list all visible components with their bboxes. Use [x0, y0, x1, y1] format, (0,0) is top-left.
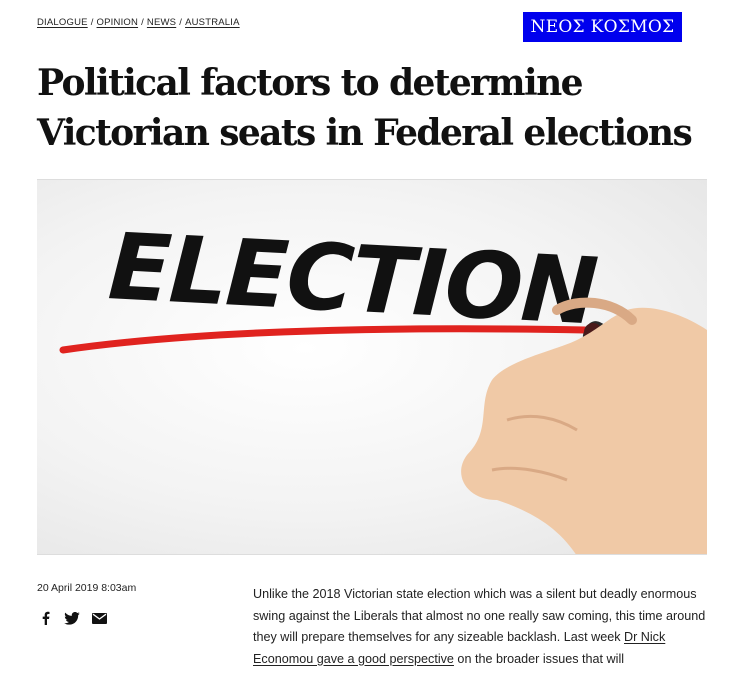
- hero-illustration: ELECTION: [59, 213, 707, 554]
- breadcrumb: DIALOGUE / OPINION / NEWS / AUSTRALIA: [37, 17, 240, 28]
- site-logo[interactable]: ΝΕΟΣ ΚΟΣΜΟΣ: [523, 12, 682, 42]
- breadcrumb-news[interactable]: NEWS: [147, 17, 176, 28]
- share-bar: [37, 610, 107, 626]
- article-body-text-continued: on the broader issues that will: [453, 651, 625, 666]
- breadcrumb-separator: /: [90, 17, 94, 28]
- breadcrumb-opinion[interactable]: OPINION: [97, 17, 139, 28]
- breadcrumb-separator: /: [141, 17, 144, 28]
- article-body: Unlike the 2018 Victorian state election…: [253, 584, 708, 670]
- facebook-icon[interactable]: [37, 610, 53, 626]
- email-icon[interactable]: [91, 610, 107, 626]
- article-date: 20 April 2019 8:03am: [37, 582, 137, 594]
- breadcrumb-australia[interactable]: AUSTRALIA: [185, 17, 240, 28]
- breadcrumb-separator: /: [179, 17, 183, 28]
- article-title: Political factors to determine Victorian…: [37, 62, 693, 154]
- hero-image: ELECTION: [37, 179, 707, 555]
- breadcrumb-dialogue[interactable]: DIALOGUE: [37, 17, 88, 28]
- twitter-icon[interactable]: [64, 610, 80, 626]
